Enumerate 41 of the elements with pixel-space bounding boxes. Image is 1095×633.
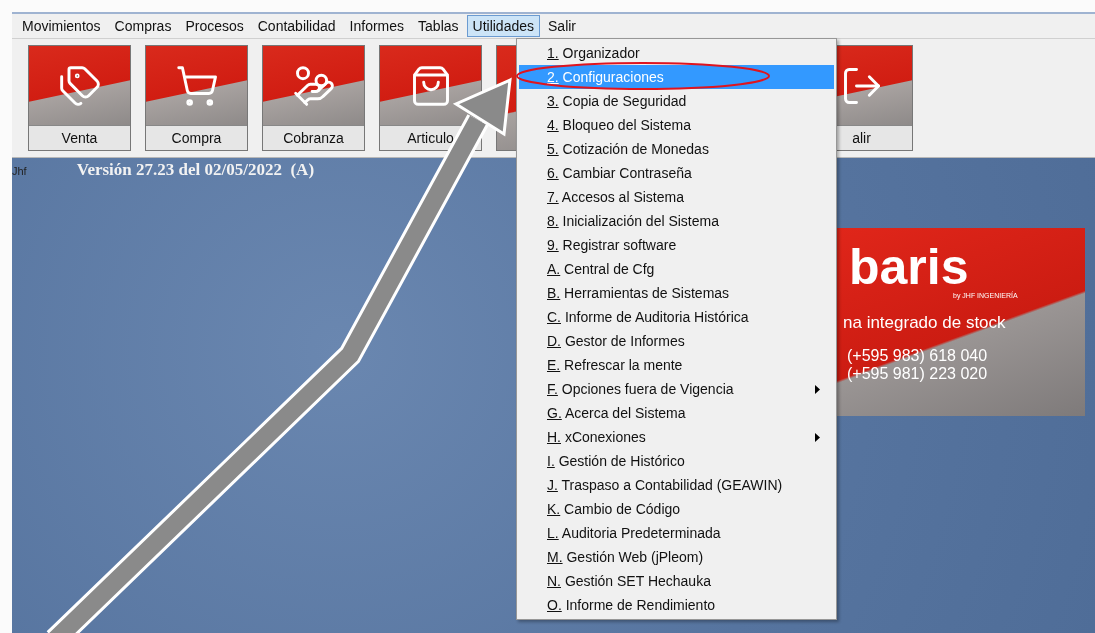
- submenu-arrow-icon: [815, 384, 820, 394]
- menu-bar-item[interactable]: Procesos: [179, 15, 250, 37]
- toolbar-button[interactable]: Compra: [145, 45, 248, 151]
- menu-bar-item[interactable]: Utilidades: [466, 15, 540, 37]
- menu-item[interactable]: L. Auditoria Predeterminada: [519, 521, 834, 545]
- submenu-arrow-icon: [815, 432, 820, 442]
- menu-item[interactable]: A. Central de Cfg: [519, 257, 834, 281]
- price-tag-icon: [57, 63, 102, 108]
- menu-item[interactable]: O. Informe de Rendimiento: [519, 593, 834, 617]
- menu-bar-item[interactable]: Salir: [542, 15, 583, 37]
- hand-coin-icon: [291, 63, 336, 108]
- toolbar-button[interactable]: Venta: [28, 45, 131, 151]
- menu-bar-item[interactable]: Informes: [343, 15, 411, 37]
- banner-tagline: na integrado de stock: [843, 313, 1007, 333]
- menu-item[interactable]: F. Opciones fuera de Vigencia: [519, 377, 834, 401]
- menu-item[interactable]: B. Herramientas de Sistemas: [519, 281, 834, 305]
- menu-bar-item[interactable]: Contabilidad: [251, 15, 342, 37]
- menu-item[interactable]: J. Traspaso a Contabilidad (GEAWIN): [519, 473, 834, 497]
- menu-item[interactable]: M. Gestión Web (jPleom): [519, 545, 834, 569]
- menu-item[interactable]: G. Acerca del Sistema: [519, 401, 834, 425]
- version-label: Versión 27.23 del 02/05/2022 (A): [76, 160, 315, 180]
- phone-number: (+595 983) 618 040: [846, 347, 989, 366]
- user-label: Jhf: [12, 165, 27, 177]
- menu-item[interactable]: 8. Inicialización del Sistema: [519, 209, 834, 233]
- menu-item[interactable]: I. Gestión de Histórico: [519, 449, 834, 473]
- toolbar-button[interactable]: Cobranza: [262, 45, 365, 151]
- menu-bar-item[interactable]: Compras: [108, 15, 178, 37]
- menu-item[interactable]: H. xConexiones: [519, 425, 834, 449]
- menu-item[interactable]: D. Gestor de Informes: [519, 329, 834, 353]
- menu-bar-item[interactable]: Tablas: [412, 15, 465, 37]
- logo-text: baris: [848, 242, 969, 292]
- shopping-cart-icon: [174, 63, 219, 108]
- menu-item[interactable]: C. Informe de Auditoria Histórica: [519, 305, 834, 329]
- menu-item[interactable]: 9. Registrar software: [519, 233, 834, 257]
- menu-item[interactable]: N. Gestión SET Hechauka: [519, 569, 834, 593]
- menu-item[interactable]: 7. Accesos al Sistema: [519, 185, 834, 209]
- phone-number: (+595 981) 223 020: [846, 365, 989, 384]
- menu-bar-item[interactable]: Movimientos: [16, 15, 107, 37]
- menu-item[interactable]: 6. Cambiar Contraseña: [519, 161, 834, 185]
- menu-item[interactable]: E. Refrescar la mente: [519, 353, 834, 377]
- menu-item[interactable]: K. Cambio de Código: [519, 497, 834, 521]
